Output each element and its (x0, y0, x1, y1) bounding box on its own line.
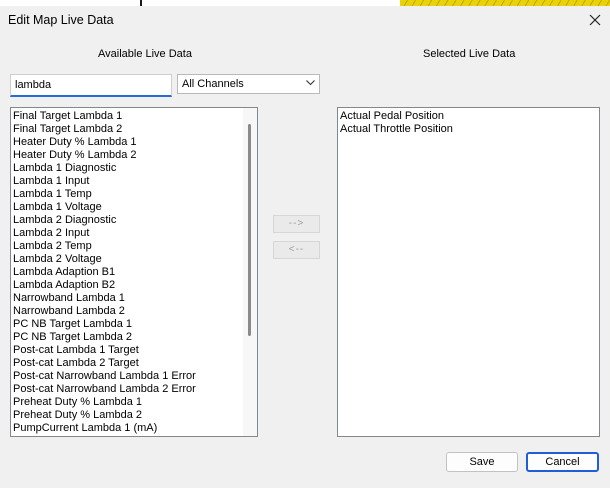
list-item[interactable]: Preheat Duty % Lambda 1 (11, 396, 243, 409)
channel-filter-dropdown[interactable]: All Channels (177, 74, 320, 94)
available-live-data-list[interactable]: Final Target Lambda 1 Final Target Lambda… (10, 107, 258, 437)
list-item[interactable]: Narrowband Lambda 1 (11, 292, 243, 305)
list-item[interactable]: Lambda 2 Temp (11, 240, 243, 253)
list-item[interactable]: Final Target Lambda 1 (11, 110, 243, 123)
edit-map-live-data-dialog: Edit Map Live Data Available Live Data S… (0, 6, 610, 488)
list-item[interactable]: Lambda 2 Input (11, 227, 243, 240)
available-live-data-header: Available Live Data (98, 48, 192, 60)
list-item[interactable]: Lambda Adaption B2 (11, 279, 243, 292)
channel-filter-value: All Channels (182, 78, 244, 90)
list-item[interactable]: Heater Duty % Lambda 2 (11, 149, 243, 162)
list-item[interactable]: Actual Pedal Position (338, 110, 588, 123)
list-item[interactable]: PumpCurrent Lambda 1 (mA) (11, 422, 243, 435)
list-item[interactable]: Post-cat Lambda 1 Target (11, 344, 243, 357)
list-item[interactable]: Preheat Duty % Lambda 2 (11, 409, 243, 422)
scrollbar-thumb[interactable] (248, 124, 251, 336)
list-item[interactable]: Lambda 2 Voltage (11, 253, 243, 266)
save-button[interactable]: Save (446, 452, 518, 472)
list-item[interactable]: Lambda Adaption B1 (11, 266, 243, 279)
list-item[interactable]: Final Target Lambda 2 (11, 123, 243, 136)
list-item[interactable]: Lambda 1 Voltage (11, 201, 243, 214)
list-item[interactable]: Post-cat Narrowband Lambda 1 Error (11, 370, 243, 383)
list-item[interactable]: Lambda 1 Diagnostic (11, 162, 243, 175)
available-list-scrollbar[interactable] (243, 108, 257, 436)
list-item[interactable]: Narrowband Lambda 2 (11, 305, 243, 318)
selected-live-data-header: Selected Live Data (423, 48, 516, 60)
close-icon (589, 14, 601, 26)
title-bar: Edit Map Live Data (0, 6, 610, 34)
list-item[interactable]: Post-cat Lambda 2 Target (11, 357, 243, 370)
dialog-title: Edit Map Live Data (8, 13, 114, 27)
add-to-selected-button[interactable]: --> (273, 215, 320, 233)
close-button[interactable] (580, 8, 610, 32)
list-item[interactable]: PC NB Target Lambda 2 (11, 331, 243, 344)
list-item[interactable]: Lambda 2 Diagnostic (11, 214, 243, 227)
list-item[interactable]: Lambda 1 Input (11, 175, 243, 188)
list-item[interactable]: Heater Duty % Lambda 1 (11, 136, 243, 149)
cancel-button[interactable]: Cancel (526, 452, 599, 472)
list-item[interactable]: Post-cat Narrowband Lambda 2 Error (11, 383, 243, 396)
remove-from-selected-button[interactable]: <-- (273, 241, 320, 259)
chevron-down-icon (306, 80, 315, 86)
selected-live-data-list[interactable]: Actual Pedal Position Actual Throttle Pos… (337, 107, 600, 437)
list-item[interactable]: PC NB Target Lambda 1 (11, 318, 243, 331)
list-item[interactable]: Lambda 1 Temp (11, 188, 243, 201)
search-input[interactable] (10, 74, 172, 97)
list-item[interactable]: Actual Throttle Position (338, 123, 588, 136)
